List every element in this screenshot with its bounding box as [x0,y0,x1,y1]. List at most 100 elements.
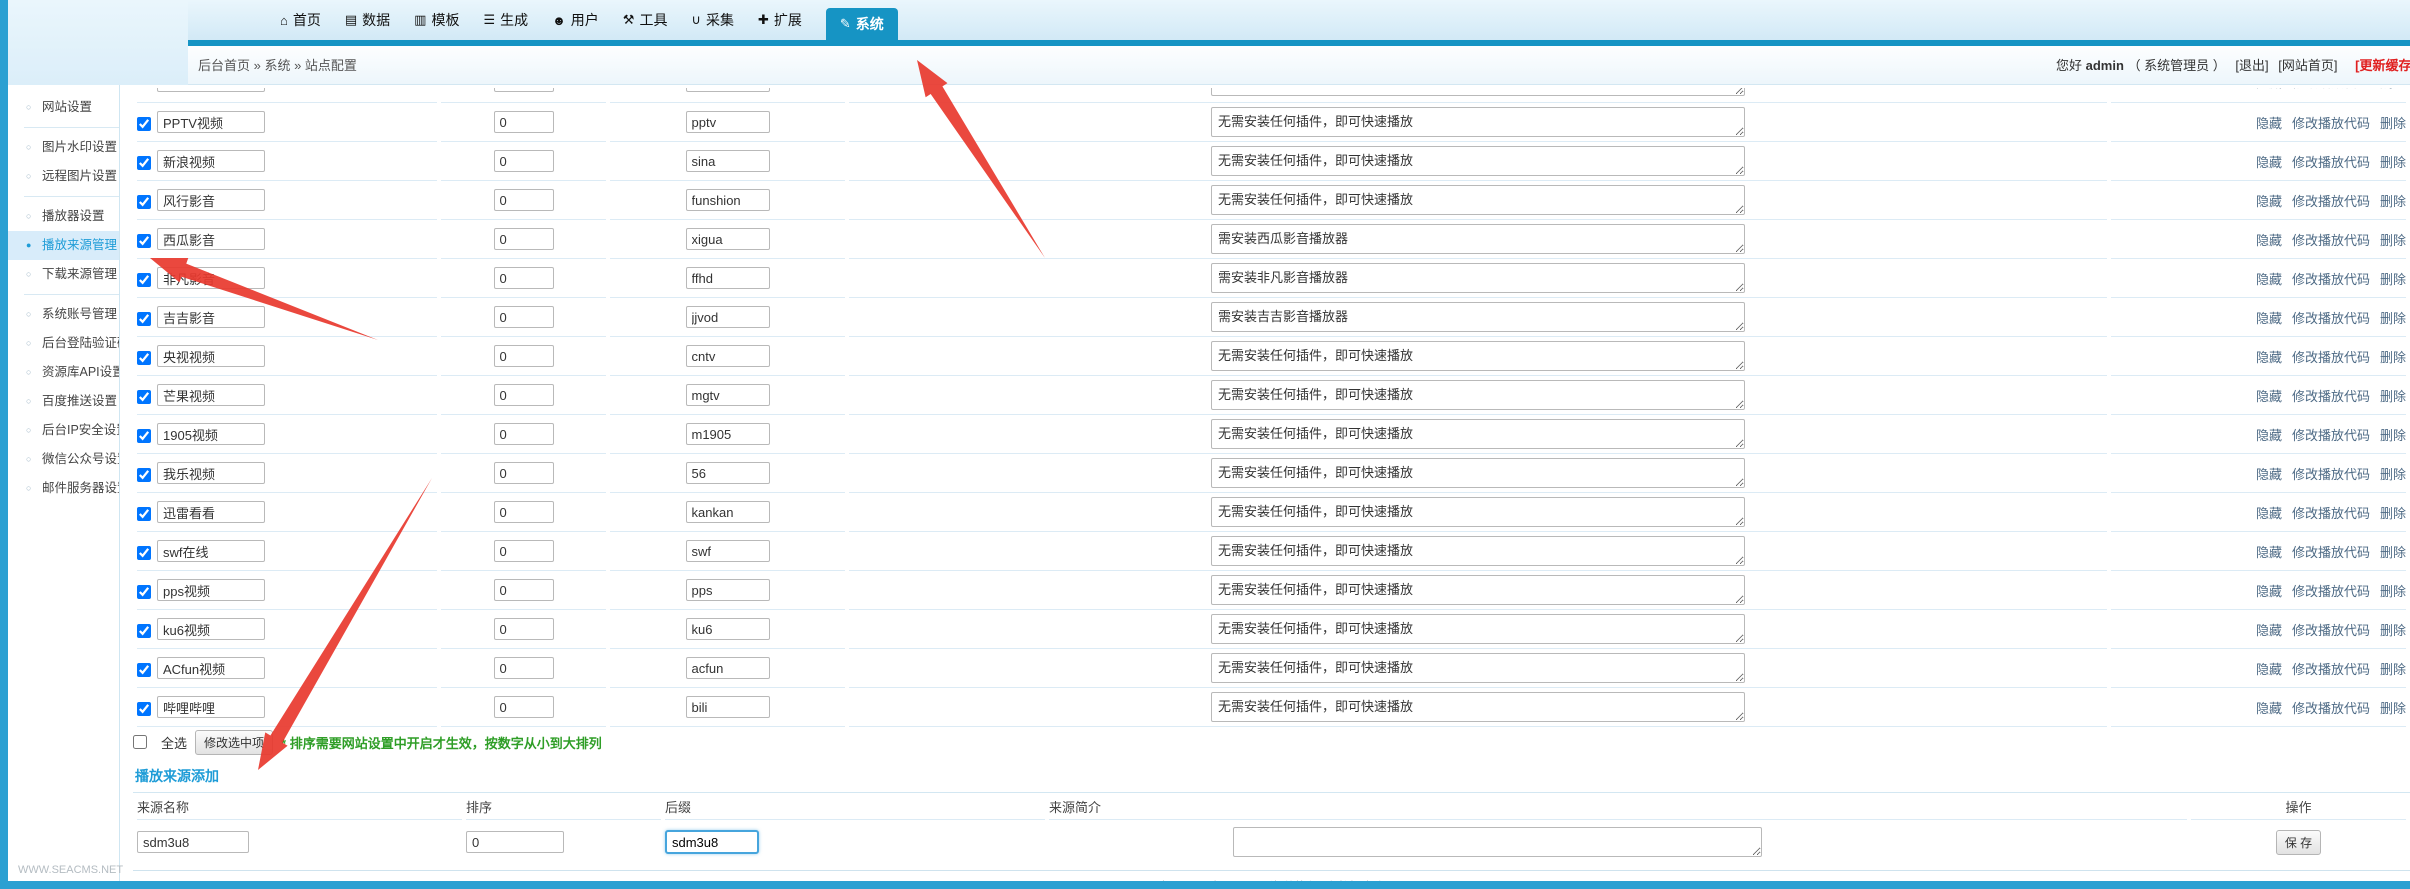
select-row-checkbox[interactable] [137,234,151,248]
select-row-checkbox[interactable] [137,273,151,287]
edit-code-link[interactable]: 修改播放代码 [2292,194,2370,209]
delete-link[interactable]: 删除 [2380,155,2406,170]
delete-link[interactable]: 删除 [2380,350,2406,365]
source-desc-textarea[interactable] [1211,614,1745,644]
select-row-checkbox[interactable] [137,624,151,638]
add-source-name-input[interactable] [137,831,249,853]
edit-code-link[interactable]: 修改播放代码 [2292,389,2370,404]
hide-link[interactable]: 隐藏 [2256,467,2282,482]
source-code-input[interactable] [686,579,770,601]
select-row-checkbox[interactable] [137,546,151,560]
nav-tab-采集[interactable]: ∪采集 [691,0,734,40]
delete-link[interactable]: 删除 [2380,194,2406,209]
sidebar-item-微信公众号设置[interactable]: ○微信公众号设置 [8,445,119,474]
source-desc-textarea[interactable] [1211,341,1745,371]
select-row-checkbox[interactable] [137,663,151,677]
sidebar-item-系统账号管理[interactable]: ○系统账号管理 [8,300,119,329]
source-desc-textarea[interactable] [1211,224,1745,254]
hide-link[interactable]: 隐藏 [2256,116,2282,131]
source-code-input[interactable] [686,657,770,679]
source-desc-textarea[interactable] [1211,88,1745,96]
source-sort-input[interactable] [494,540,554,562]
nav-tab-扩展[interactable]: ✚扩展 [758,0,802,40]
add-sort-input[interactable] [466,831,564,853]
delete-link[interactable]: 删除 [2380,389,2406,404]
hide-link[interactable]: 隐藏 [2256,662,2282,677]
nav-tab-生成[interactable]: ☰生成 [483,0,528,40]
sidebar-item-后台登陆验证码[interactable]: ○后台登陆验证码 [8,329,119,358]
hide-link[interactable]: 隐藏 [2256,545,2282,560]
source-name-input[interactable] [157,501,265,523]
delete-link[interactable]: 删除 [2380,233,2406,248]
source-sort-input[interactable] [494,150,554,172]
source-desc-textarea[interactable] [1211,575,1745,605]
nav-tab-首页[interactable]: ⌂首页 [280,0,321,40]
source-name-input[interactable] [157,618,265,640]
edit-code-link[interactable]: 修改播放代码 [2292,272,2370,287]
source-desc-textarea[interactable] [1211,185,1745,215]
delete-link[interactable]: 删除 [2380,311,2406,326]
select-row-checkbox[interactable] [137,195,151,209]
source-code-input[interactable] [686,228,770,250]
source-code-input[interactable] [686,267,770,289]
delete-link[interactable]: 删除 [2380,88,2406,91]
select-row-checkbox[interactable] [137,702,151,716]
source-name-input[interactable] [157,111,265,133]
edit-code-link[interactable]: 修改播放代码 [2292,662,2370,677]
hide-link[interactable]: 隐藏 [2256,623,2282,638]
sidebar-item-下载来源管理[interactable]: ○下载来源管理 [8,260,119,289]
source-desc-textarea[interactable] [1211,302,1745,332]
source-code-input[interactable] [686,189,770,211]
nav-tab-数据[interactable]: ▤数据 [345,0,390,40]
source-sort-input[interactable] [494,501,554,523]
source-sort-input[interactable] [494,306,554,328]
source-name-input[interactable] [157,189,265,211]
hide-link[interactable]: 隐藏 [2256,311,2282,326]
edit-code-link[interactable]: 修改播放代码 [2292,88,2370,91]
delete-link[interactable]: 删除 [2380,545,2406,560]
source-sort-input[interactable] [494,267,554,289]
delete-link[interactable]: 删除 [2380,662,2406,677]
sidebar-item-后台IP安全设置[interactable]: ○后台IP安全设置 [8,416,119,445]
select-row-checkbox[interactable] [137,351,151,365]
hide-link[interactable]: 隐藏 [2256,194,2282,209]
source-sort-input[interactable] [494,423,554,445]
nav-tab-模板[interactable]: ▥模板 [414,0,459,40]
hide-link[interactable]: 隐藏 [2256,584,2282,599]
select-row-checkbox[interactable] [137,312,151,326]
add-suffix-input[interactable] [665,830,759,854]
source-desc-textarea[interactable] [1211,458,1745,488]
source-name-input[interactable] [157,423,265,445]
select-row-checkbox[interactable] [137,117,151,131]
sidebar-item-网站设置[interactable]: ○网站设置 [8,93,119,122]
source-code-input[interactable] [686,462,770,484]
select-row-checkbox[interactable] [137,429,151,443]
delete-link[interactable]: 删除 [2380,506,2406,521]
edit-code-link[interactable]: 修改播放代码 [2292,623,2370,638]
select-all-checkbox[interactable] [133,735,147,749]
hide-link[interactable]: 隐藏 [2256,350,2282,365]
source-name-input[interactable] [157,88,265,92]
source-sort-input[interactable] [494,462,554,484]
edit-code-link[interactable]: 修改播放代码 [2292,584,2370,599]
delete-link[interactable]: 删除 [2380,116,2406,131]
update-cache-link[interactable]: [更新缓存] [2355,58,2410,73]
edit-code-link[interactable]: 修改播放代码 [2292,428,2370,443]
select-row-checkbox[interactable] [137,468,151,482]
select-row-checkbox[interactable] [137,507,151,521]
hide-link[interactable]: 隐藏 [2256,428,2282,443]
nav-tab-系统[interactable]: ✎系统 [826,8,898,40]
sidebar-item-资源库API设置[interactable]: ○资源库API设置 [8,358,119,387]
source-desc-textarea[interactable] [1211,419,1745,449]
nav-tab-用户[interactable]: ☻用户 [552,0,599,40]
hide-link[interactable]: 隐藏 [2256,506,2282,521]
sidebar-item-图片水印设置[interactable]: ○图片水印设置 [8,133,119,162]
source-name-input[interactable] [157,657,265,679]
source-code-input[interactable] [686,501,770,523]
sidebar-item-百度推送设置[interactable]: ○百度推送设置 [8,387,119,416]
source-code-input[interactable] [686,306,770,328]
edit-code-link[interactable]: 修改播放代码 [2292,701,2370,716]
source-name-input[interactable] [157,540,265,562]
edit-code-link[interactable]: 修改播放代码 [2292,467,2370,482]
hide-link[interactable]: 隐藏 [2256,701,2282,716]
